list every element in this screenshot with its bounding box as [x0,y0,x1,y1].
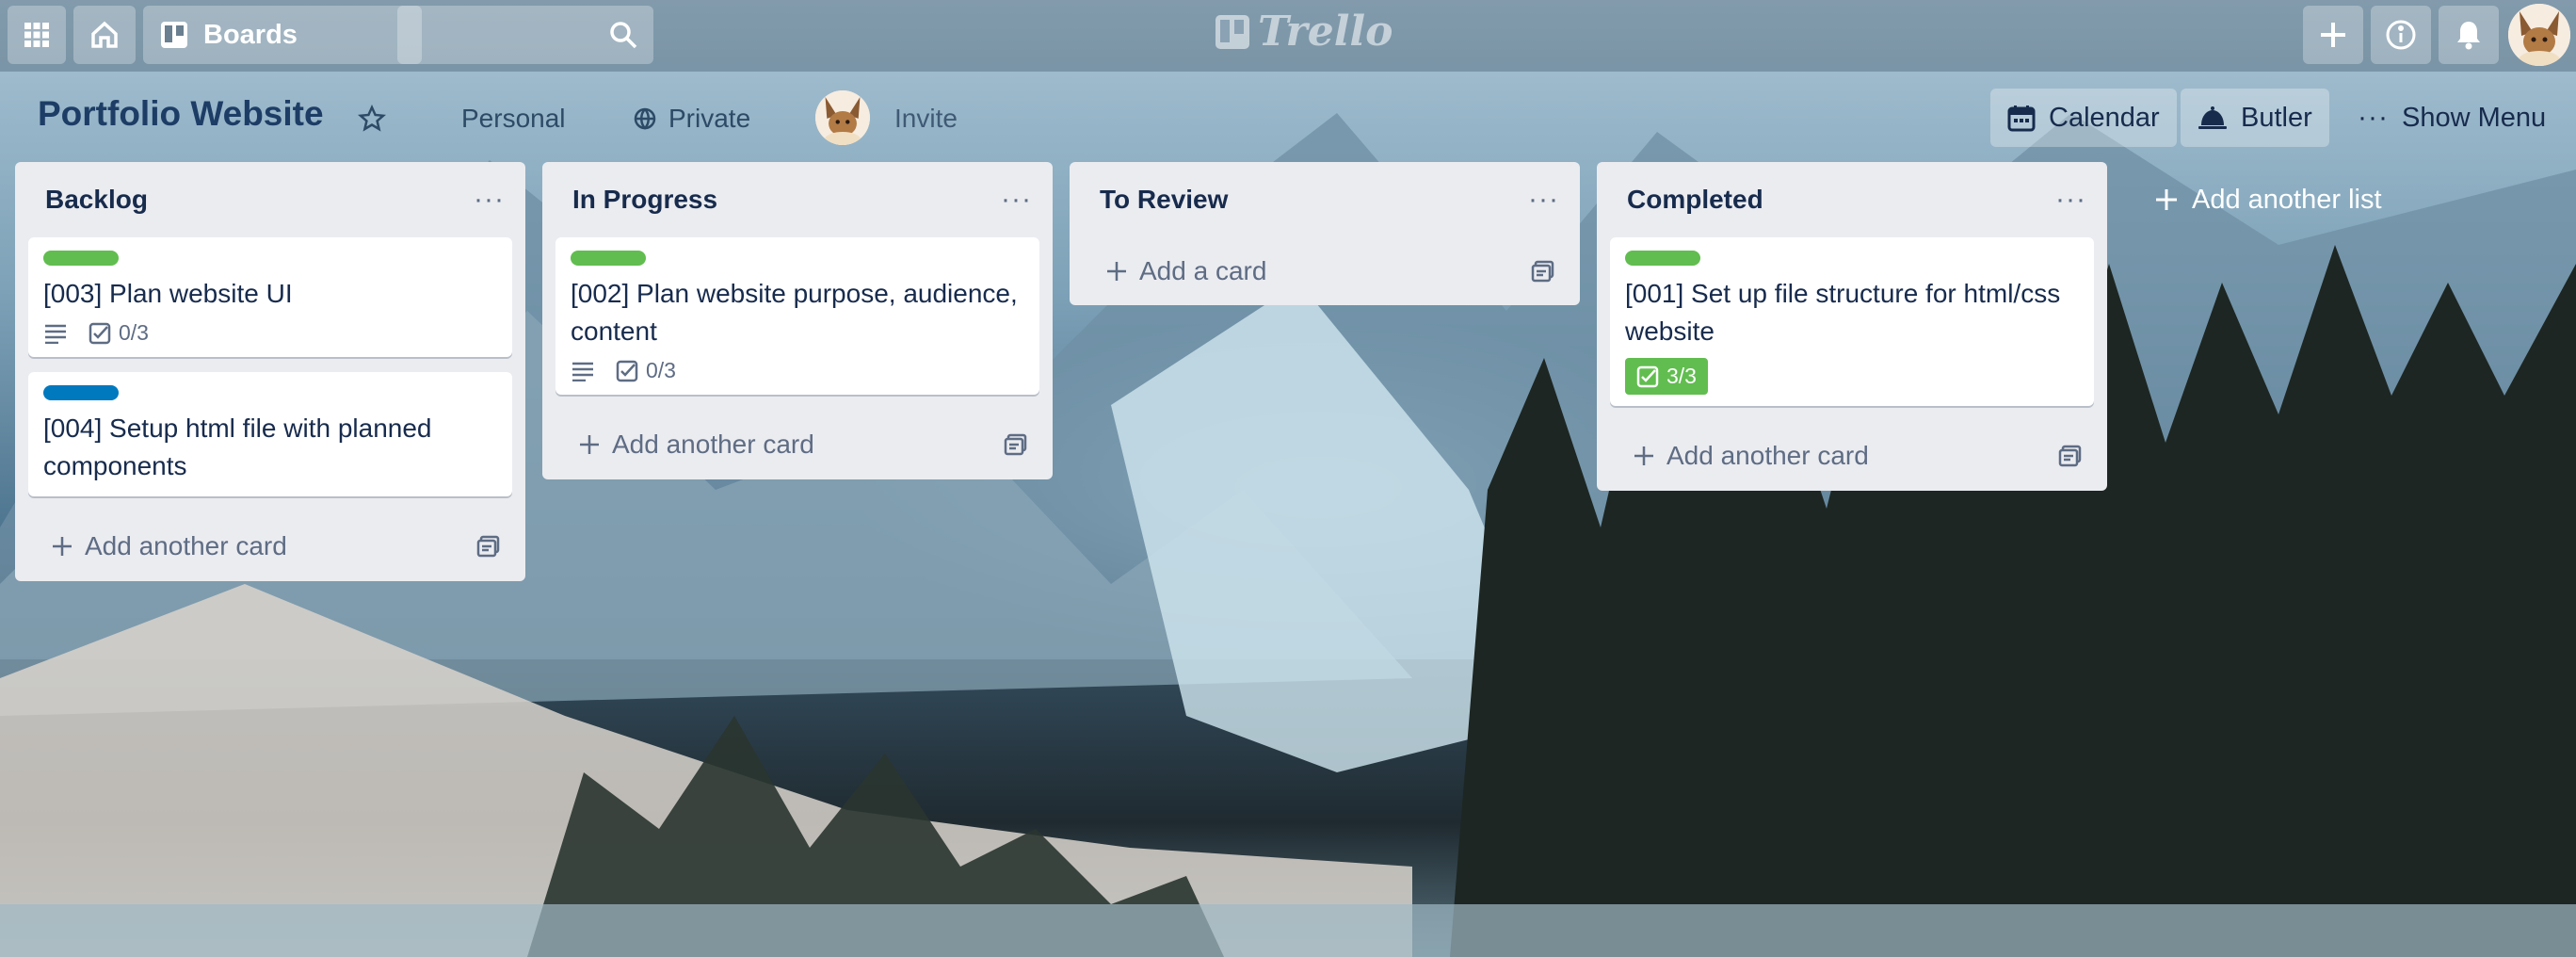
butler-button[interactable]: Butler [2181,89,2329,147]
plus-icon [580,435,599,454]
card[interactable]: [001] Set up file structure for html/css… [1610,237,2094,406]
add-card-button[interactable]: Add another card [1597,421,2107,491]
list-menu-icon[interactable]: ··· [1001,184,1032,216]
more-icon: ··· [2358,102,2389,133]
green-label[interactable] [43,251,119,266]
list-in-progress: In Progress ··· [002] Plan website purpo… [542,162,1053,479]
apps-button[interactable] [8,6,66,64]
checklist-complete-badge: 3/3 [1625,358,1708,395]
checklist-count: 0/3 [646,358,676,382]
search-icon [610,22,637,49]
plus-icon [2321,23,2345,47]
boards-icon [161,22,187,48]
add-card-label: Add a card [1139,256,1267,285]
invite-button[interactable]: Invite [894,104,958,134]
checkbox-icon [89,322,111,344]
notifications-button[interactable] [2439,6,2499,64]
card[interactable]: [004] Setup html file with planned compo… [28,372,512,496]
calendar-button[interactable]: Calendar [1990,89,2177,147]
card[interactable]: [003] Plan website UI 0/3 [28,237,512,357]
search-input[interactable] [397,6,653,64]
add-list-label: Add another list [2192,184,2382,215]
team-button[interactable]: Personal [461,92,566,145]
logo-text: Trello [1258,8,1393,56]
template-icon[interactable] [476,535,501,558]
butler-label: Butler [2241,102,2312,133]
add-card-button[interactable]: Add a card [1070,237,1580,305]
trello-logo[interactable]: Trello [1215,8,1393,56]
apps-icon [24,23,49,47]
bell-icon [2457,22,2480,50]
star-icon [358,105,386,132]
checkbox-icon [616,360,638,381]
card-title: [004] Setup html file with planned compo… [43,414,432,480]
calendar-icon [2007,105,2036,132]
team-label: Personal [461,104,566,133]
add-card-label: Add another card [85,531,287,560]
card-title: [002] Plan website purpose, audience, co… [571,279,1018,346]
checklist-badge: 0/3 [89,320,149,346]
plus-icon [1634,446,1653,465]
template-icon[interactable] [1531,260,1555,283]
top-navigation-bar: Boards Trello [0,0,2576,72]
show-menu-button[interactable]: ··· Show Menu [2341,89,2563,147]
board-title[interactable]: Portfolio Website [38,94,324,134]
add-card-button[interactable]: Add another card [542,410,1053,479]
add-card-label: Add another card [612,430,814,459]
info-icon [2386,20,2416,50]
info-button[interactable] [2371,6,2431,64]
list-menu-icon[interactable]: ··· [1528,184,1559,216]
card[interactable]: [002] Plan website purpose, audience, co… [555,237,1039,395]
home-icon [91,21,118,48]
list-title[interactable]: Completed [1627,185,1763,215]
card-title: [003] Plan website UI [43,279,293,308]
add-card-button[interactable]: Add another card [15,511,525,581]
globe-icon [634,107,656,130]
show-menu-label: Show Menu [2401,102,2547,133]
description-icon [43,323,68,344]
eevee-avatar-icon [2508,4,2570,66]
add-list-button[interactable]: Add another list [2135,162,2576,237]
checklist-count: 3/3 [1666,364,1697,388]
user-avatar[interactable] [2508,4,2570,66]
card-title: [001] Set up file structure for html/css… [1625,279,2061,346]
create-button[interactable] [2303,6,2363,64]
star-button[interactable] [358,92,386,145]
list-menu-icon[interactable]: ··· [2055,184,2086,216]
list-title[interactable]: To Review [1100,185,1228,215]
list-title[interactable]: In Progress [572,185,717,215]
list-to-review: To Review ··· Add a card [1070,162,1580,305]
green-label[interactable] [1625,251,1700,266]
plus-icon [53,537,72,556]
checklist-badge: 0/3 [616,358,676,383]
list-title[interactable]: Backlog [45,185,148,215]
butler-icon [2198,106,2227,129]
boards-button[interactable]: Boards [143,6,422,64]
list-completed: Completed ··· [001] Set up file structur… [1597,162,2107,491]
member-avatar[interactable] [815,90,870,145]
template-icon[interactable] [2058,445,2083,467]
calendar-label: Calendar [2049,102,2160,133]
green-label[interactable] [571,251,646,266]
blue-label[interactable] [43,385,119,400]
checklist-count: 0/3 [119,320,149,345]
list-backlog: Backlog ··· [003] Plan website UI 0/3 [0… [15,162,525,581]
description-icon [571,361,595,381]
list-menu-icon[interactable]: ··· [474,184,505,216]
plus-icon [2156,189,2177,210]
eevee-avatar-icon [815,90,870,145]
visibility-button[interactable]: Private [633,92,750,145]
boards-label: Boards [203,19,298,50]
add-card-label: Add another card [1666,441,1869,470]
visibility-label: Private [668,104,751,133]
template-icon[interactable] [1004,433,1028,456]
checkbox-icon [1636,365,1659,387]
plus-icon [1107,262,1126,281]
trello-logo-icon [1216,14,1249,49]
home-button[interactable] [73,6,136,64]
